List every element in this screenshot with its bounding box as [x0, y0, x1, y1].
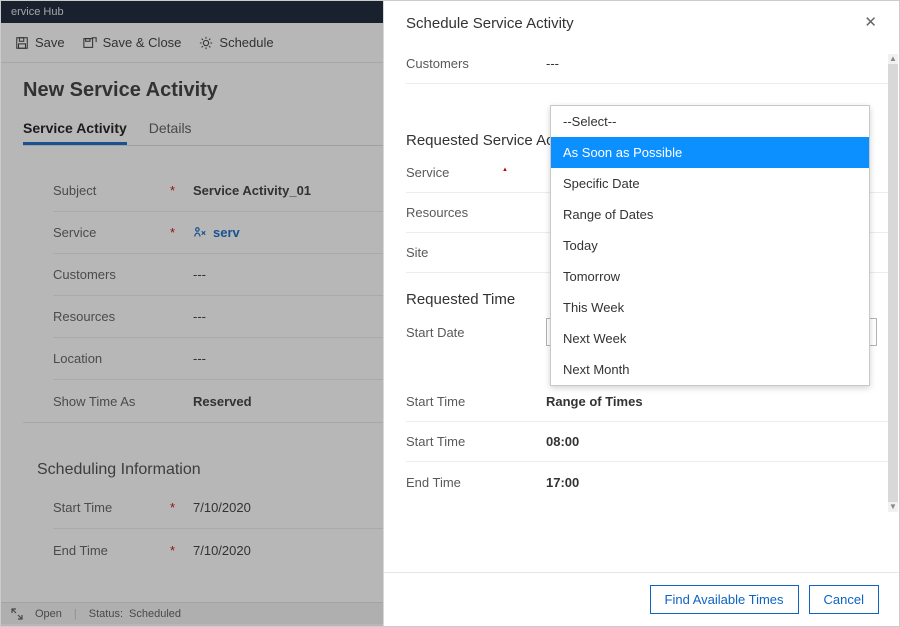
panel-label-start-date: Start Date — [406, 325, 546, 340]
start-date-dropdown-list[interactable]: --Select-- As Soon as Possible Specific … — [550, 105, 870, 386]
panel-footer: Find Available Times Cancel — [384, 572, 899, 626]
scroll-up-icon[interactable]: ▲ — [888, 54, 898, 64]
panel-title: Schedule Service Activity — [406, 15, 574, 32]
panel-header: Schedule Service Activity ✕ — [384, 1, 899, 38]
panel-value-customers[interactable]: --- — [546, 56, 559, 71]
panel-value-time-range[interactable]: Range of Times — [546, 394, 643, 409]
panel-value-start-time[interactable]: 08:00 — [546, 434, 579, 449]
panel-label-service: Service — [406, 165, 546, 180]
dropdown-option[interactable]: Tomorrow — [551, 261, 869, 292]
panel-label-customers: Customers — [406, 56, 546, 71]
panel-row-end-time: End Time 17:00 — [406, 462, 893, 502]
panel-scrollbar[interactable]: ▲ ▼ — [888, 54, 898, 512]
scroll-down-icon[interactable]: ▼ — [888, 502, 898, 512]
find-times-button[interactable]: Find Available Times — [650, 585, 799, 614]
panel-label-end-time: End Time — [406, 475, 546, 490]
panel-label-start-time: Start Time — [406, 434, 546, 449]
dropdown-option[interactable]: As Soon as Possible — [551, 137, 869, 168]
close-icon[interactable]: ✕ — [864, 15, 877, 30]
cancel-button[interactable]: Cancel — [809, 585, 879, 614]
panel-value-end-time[interactable]: 17:00 — [546, 475, 579, 490]
modal-dim — [1, 1, 385, 626]
panel-row-customers: Customers --- — [406, 44, 893, 84]
panel-row-start-time: Start Time 08:00 — [406, 422, 893, 462]
dropdown-option[interactable]: This Week — [551, 292, 869, 323]
dropdown-option[interactable]: Range of Dates — [551, 199, 869, 230]
panel-row-time-range: Start Time Range of Times — [406, 382, 893, 422]
panel-label-site: Site — [406, 245, 546, 260]
dropdown-option[interactable]: Next Month — [551, 354, 869, 385]
panel-label-resources: Resources — [406, 205, 546, 220]
panel-label-time-range: Start Time — [406, 394, 546, 409]
dropdown-option[interactable]: Next Week — [551, 323, 869, 354]
dropdown-option[interactable]: Specific Date — [551, 168, 869, 199]
scroll-track[interactable] — [888, 64, 898, 502]
dropdown-option[interactable]: Today — [551, 230, 869, 261]
dropdown-placeholder[interactable]: --Select-- — [551, 106, 869, 137]
